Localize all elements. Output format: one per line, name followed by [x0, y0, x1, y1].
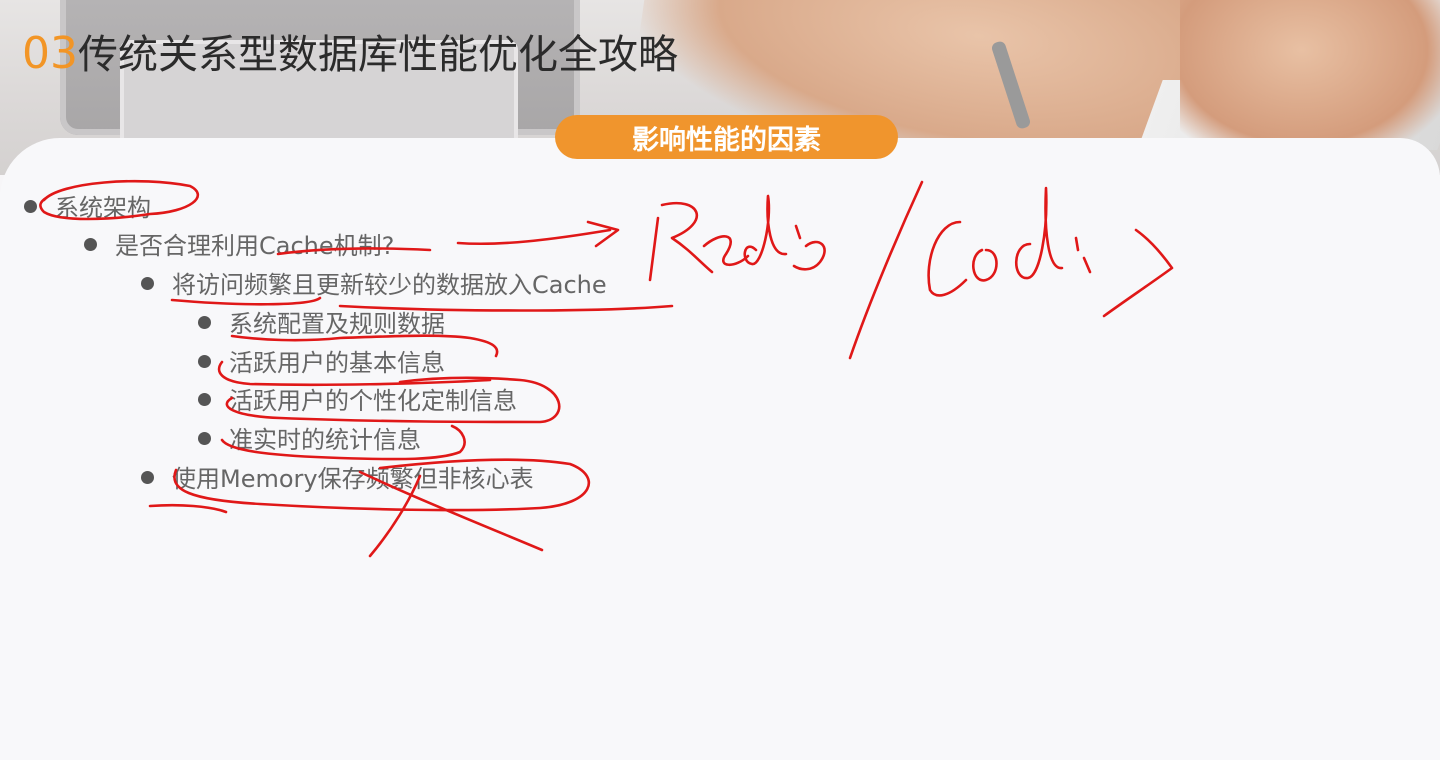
outline-item: 活跃用户的个性化定制信息 [198, 386, 517, 416]
outline-item: 使用Memory保存频繁但非核心表 [141, 464, 534, 494]
bullet-dot [84, 238, 97, 251]
outline-item: 系统配置及规则数据 [198, 309, 445, 339]
slide-title-text: 传统关系型数据库性能优化全攻略 [78, 32, 678, 78]
slide-title: 03传统关系型数据库性能优化全攻略 [22, 22, 678, 80]
section-pill: 影响性能的因素 [555, 115, 898, 159]
bullet-dot [198, 393, 211, 406]
bullet-dot [141, 277, 154, 290]
slide-title-number: 03 [22, 28, 78, 79]
outline-item: 活跃用户的基本信息 [198, 348, 445, 378]
outline-item-label: 将访问频繁且更新较少的数据放入Cache [172, 271, 607, 299]
outline-item-label: 使用Memory保存频繁但非核心表 [172, 465, 534, 493]
bullet-dot [198, 355, 211, 368]
bullet-dot [198, 316, 211, 329]
bullet-dot [141, 471, 154, 484]
outline-item: 将访问频繁且更新较少的数据放入Cache [141, 270, 607, 300]
outline-item: 准实时的统计信息 [198, 425, 421, 455]
outline-item: 系统架构 [24, 193, 151, 223]
outline-item-label: 系统架构 [55, 194, 151, 222]
bullet-dot [198, 432, 211, 445]
outline-item-label: 活跃用户的个性化定制信息 [229, 387, 517, 415]
outline-item-label: 是否合理利用Cache机制? [115, 232, 395, 260]
hand-image [1180, 0, 1440, 160]
bullet-dot [24, 200, 37, 213]
outline-item-label: 准实时的统计信息 [229, 426, 421, 454]
outline-item-label: 系统配置及规则数据 [229, 310, 445, 338]
outline-item-label: 活跃用户的基本信息 [229, 349, 445, 377]
outline-item: 是否合理利用Cache机制? [84, 231, 394, 261]
